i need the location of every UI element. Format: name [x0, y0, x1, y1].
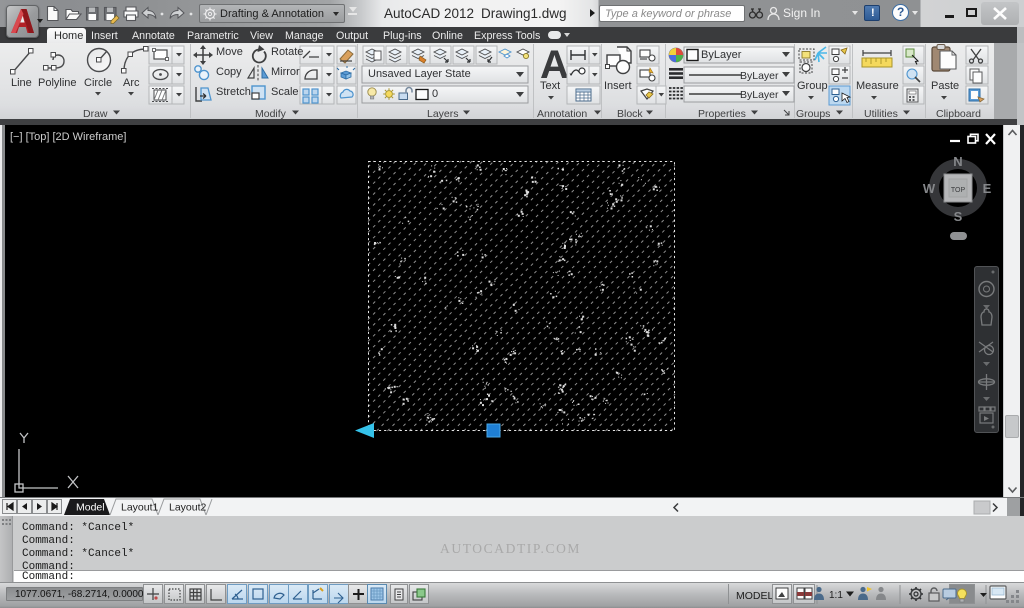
svg-text:1:1: 1:1: [829, 590, 843, 601]
svg-text:Model: Model: [76, 502, 105, 514]
svg-text:Layout2: Layout2: [169, 502, 207, 514]
svg-text:TOP: TOP: [951, 187, 966, 194]
svg-text:Layout1: Layout1: [121, 502, 159, 514]
svg-text:S: S: [954, 209, 963, 224]
svg-text:N: N: [953, 154, 962, 169]
svg-text:W: W: [923, 181, 936, 196]
svg-text:E: E: [983, 181, 992, 196]
